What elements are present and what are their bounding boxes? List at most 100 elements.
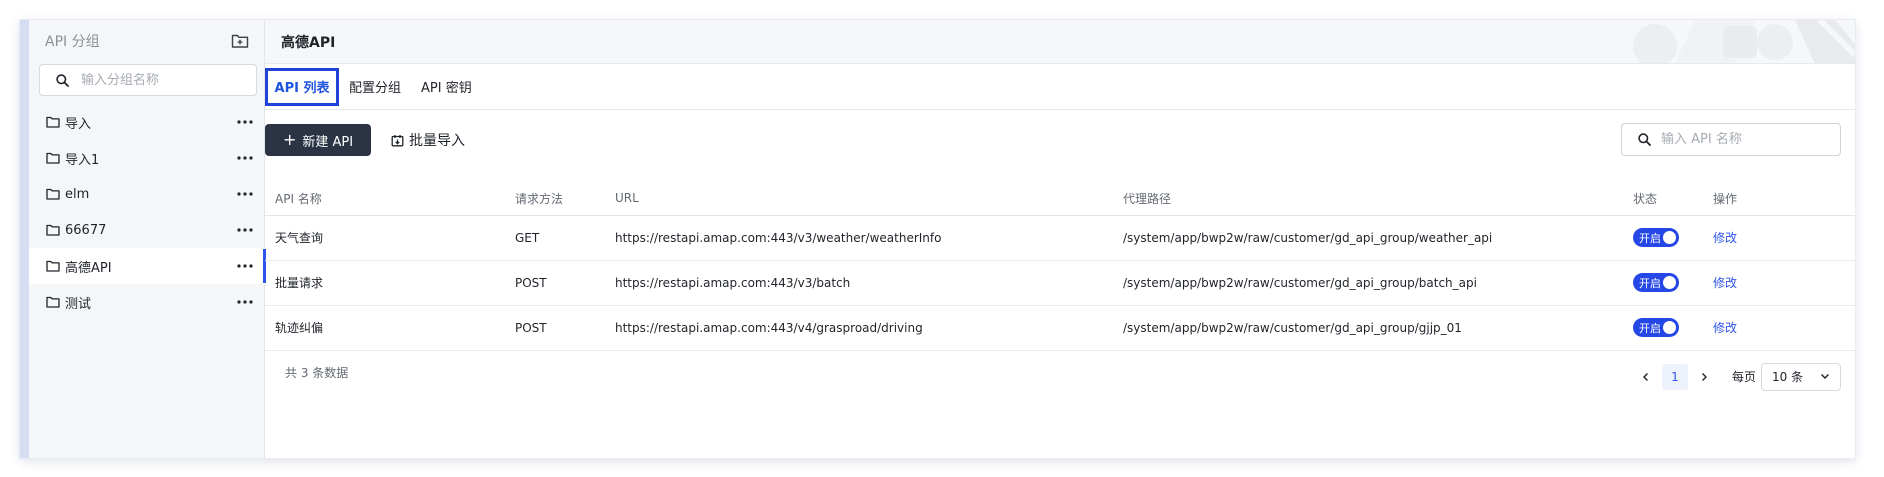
sidebar-item-import1[interactable]: 导入1 <box>29 140 265 176</box>
batch-import-label: 批量导入 <box>409 133 465 149</box>
api-table: API 名称 请求方法 URL 代理路径 状态 操作 天气查询 GET http… <box>265 182 1855 351</box>
more-icon[interactable] <box>237 264 253 268</box>
app-window: API 分组 导入 导入1 <box>20 20 1855 458</box>
url-cell: https://restapi.amap.com:443/v3/batch <box>605 260 1113 306</box>
status-toggle[interactable]: 开启 <box>1633 228 1679 247</box>
sidebar-header: API 分组 <box>29 20 265 62</box>
group-search-input[interactable] <box>81 72 241 88</box>
more-icon[interactable] <box>237 300 253 304</box>
group-search-field[interactable] <box>39 64 257 96</box>
chevron-right-icon <box>1701 372 1707 381</box>
page-size-value: 10 条 <box>1772 370 1804 384</box>
group-sidebar: API 分组 导入 导入1 <box>29 20 266 458</box>
column-header-status: 状态 <box>1623 182 1703 216</box>
edit-link[interactable]: 修改 <box>1713 321 1737 335</box>
search-icon <box>1638 133 1651 146</box>
url-cell: https://restapi.amap.com:443/v4/grasproa… <box>605 305 1113 351</box>
sidebar-item-label: 导入 <box>65 116 92 132</box>
toggle-label: 开启 <box>1639 231 1661 245</box>
page-size-select[interactable]: 10 条 <box>1761 362 1841 391</box>
toggle-label: 开启 <box>1639 276 1661 290</box>
table-row: 天气查询 GET https://restapi.amap.com:443/v3… <box>265 215 1855 261</box>
api-name-cell: 批量请求 <box>265 260 505 306</box>
sidebar-item-label: 66677 <box>65 222 107 238</box>
header-decoration <box>1633 20 1855 63</box>
table-footer: 共 3 条数据 1 每页 10 条 <box>265 351 1855 397</box>
status-cell: 开启 <box>1623 305 1703 351</box>
edit-link[interactable]: 修改 <box>1713 231 1737 245</box>
method-cell: POST <box>505 260 605 306</box>
api-name-cell: 轨迹纠偏 <box>265 305 505 351</box>
next-page-button[interactable] <box>1694 365 1714 389</box>
more-icon[interactable] <box>237 192 253 196</box>
status-toggle[interactable]: 开启 <box>1633 273 1679 292</box>
sidebar-item-elm[interactable]: elm <box>29 176 265 212</box>
column-header-method: 请求方法 <box>505 182 605 216</box>
table-row: 轨迹纠偏 POST https://restapi.amap.com:443/v… <box>265 305 1855 351</box>
status-cell: 开启 <box>1623 260 1703 306</box>
folder-icon <box>46 296 60 308</box>
page-header: 高德API <box>265 20 1855 64</box>
method-cell: POST <box>505 305 605 351</box>
tab-bar: API 列表 配置分组 API 密钥 <box>265 64 1855 110</box>
more-icon[interactable] <box>237 156 253 160</box>
sidebar-item-gaode-api[interactable]: 高德API <box>29 248 266 284</box>
add-folder-icon[interactable] <box>231 33 249 49</box>
more-icon[interactable] <box>237 228 253 232</box>
column-header-url: URL <box>605 182 1113 216</box>
proxy-path-cell: /system/app/bwp2w/raw/customer/gd_api_gr… <box>1113 305 1623 351</box>
page-title: 高德API <box>281 34 336 51</box>
column-header-name: API 名称 <box>265 182 505 216</box>
column-header-proxy-path: 代理路径 <box>1113 182 1623 216</box>
folder-icon <box>46 116 60 128</box>
sidebar-item-test[interactable]: 测试 <box>29 284 265 320</box>
window-edge <box>20 20 29 458</box>
folder-icon <box>46 260 60 272</box>
plus-icon: + <box>282 130 297 149</box>
sidebar-item-label: elm <box>65 186 90 202</box>
api-search-field[interactable] <box>1621 123 1841 156</box>
sidebar-item-label: 测试 <box>65 296 92 312</box>
toolbar: + 新建 API 批量导入 <box>265 110 1855 182</box>
sidebar-item-import[interactable]: 导入 <box>29 104 265 140</box>
tab-api-keys[interactable]: API 密钥 <box>411 68 482 106</box>
tab-api-list[interactable]: API 列表 <box>265 67 339 106</box>
batch-import-button[interactable]: 批量导入 <box>391 124 465 156</box>
action-cell: 修改 <box>1703 305 1855 351</box>
per-page-label: 每页 <box>1731 370 1756 384</box>
table-header-row: API 名称 请求方法 URL 代理路径 状态 操作 <box>265 182 1855 216</box>
sidebar-item-label: 导入1 <box>65 152 100 168</box>
prev-page-button[interactable] <box>1636 365 1656 389</box>
folder-icon <box>46 152 60 164</box>
folder-icon <box>46 188 60 200</box>
method-cell: GET <box>505 215 605 261</box>
proxy-path-cell: /system/app/bwp2w/raw/customer/gd_api_gr… <box>1113 260 1623 306</box>
tab-config-group[interactable]: 配置分组 <box>339 68 411 106</box>
total-count: 共 3 条数据 <box>285 365 349 380</box>
search-icon <box>56 73 69 87</box>
api-name-cell: 天气查询 <box>265 215 505 261</box>
status-cell: 开启 <box>1623 215 1703 261</box>
new-api-label: 新建 API <box>302 134 354 150</box>
action-cell: 修改 <box>1703 260 1855 306</box>
edit-link[interactable]: 修改 <box>1713 276 1737 290</box>
pagination: 1 每页 10 条 <box>1636 362 1841 391</box>
sidebar-item-label: 高德API <box>65 260 112 276</box>
toggle-label: 开启 <box>1639 321 1661 335</box>
status-toggle[interactable]: 开启 <box>1633 318 1679 337</box>
sidebar-title: API 分组 <box>45 34 100 50</box>
column-header-actions: 操作 <box>1703 182 1855 216</box>
sidebar-item-66677[interactable]: 66677 <box>29 212 265 248</box>
table-row: 批量请求 POST https://restapi.amap.com:443/v… <box>265 260 1855 306</box>
proxy-path-cell: /system/app/bwp2w/raw/customer/gd_api_gr… <box>1113 215 1623 261</box>
main-panel: 高德API API 列表 配置分组 API 密钥 + 新建 API 批量导入 输… <box>265 20 1855 458</box>
new-api-button[interactable]: + 新建 API <box>265 124 371 156</box>
api-search-input[interactable] <box>1661 132 1831 147</box>
chevron-left-icon <box>1642 372 1648 381</box>
url-cell: https://restapi.amap.com:443/v3/weather/… <box>605 215 1113 261</box>
import-icon <box>391 134 404 146</box>
more-icon[interactable] <box>237 120 253 124</box>
folder-icon <box>46 224 60 236</box>
page-number-button[interactable]: 1 <box>1661 363 1688 390</box>
chevron-down-icon <box>1821 374 1829 379</box>
